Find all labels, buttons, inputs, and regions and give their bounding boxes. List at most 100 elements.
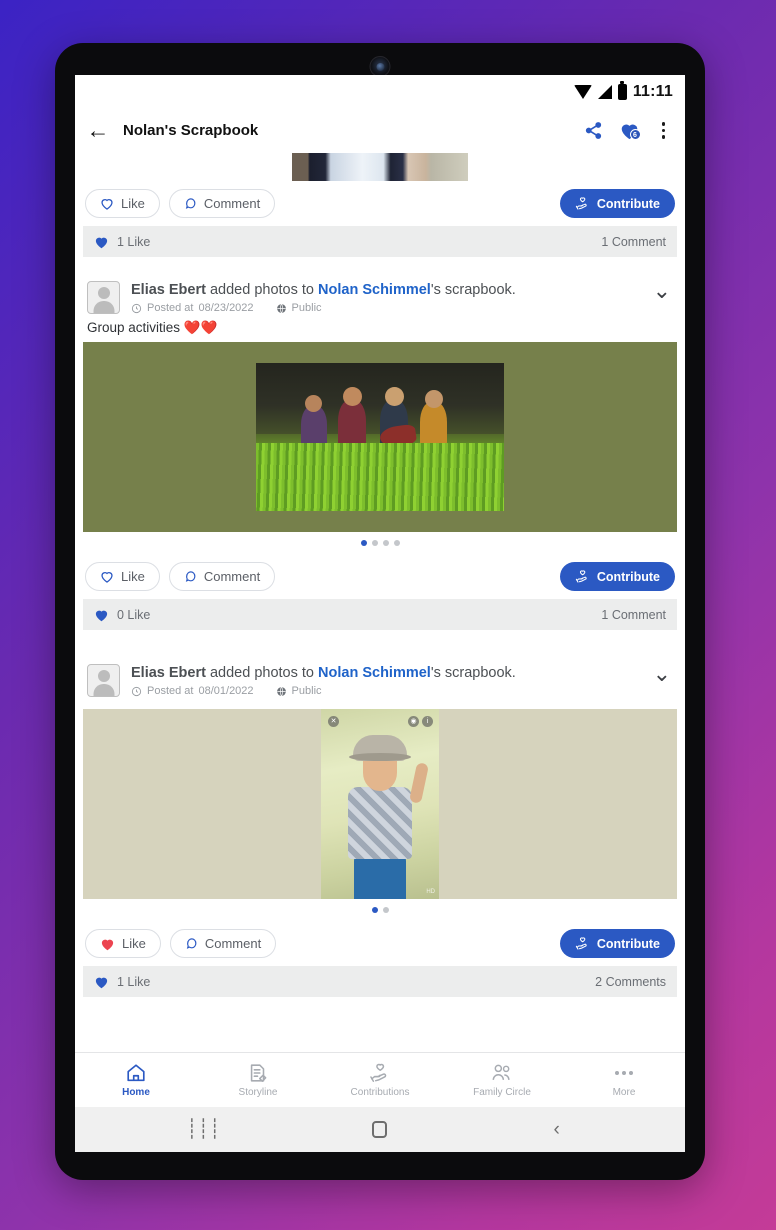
- contribute-label: Contribute: [596, 569, 660, 584]
- post-header: Elias Ebert added photos to Nolan Schimm…: [75, 654, 685, 699]
- people-icon: [492, 1064, 510, 1080]
- page-title: Nolan's Scrapbook: [123, 122, 259, 139]
- post-headline: Elias Ebert added photos to Nolan Schimm…: [131, 664, 645, 682]
- like-count: 1 Like: [117, 974, 151, 989]
- like-button[interactable]: Like: [85, 562, 160, 592]
- status-bar: 11:11: [75, 75, 685, 108]
- post-separator: [75, 630, 685, 655]
- nav-item-family-circle[interactable]: Family Circle: [441, 1062, 563, 1098]
- post-subheader: Posted at 08/23/2022 Public: [131, 302, 645, 314]
- tag-icon[interactable]: ◉: [408, 716, 419, 728]
- comment-button[interactable]: Comment: [168, 189, 276, 218]
- post-actor-name[interactable]: Elias Ebert: [131, 665, 206, 681]
- post-media[interactable]: [83, 342, 677, 533]
- like-count: 0 Like: [117, 607, 151, 622]
- chevron-down-icon[interactable]: ⌄: [645, 279, 673, 302]
- post-action-row: Like Comment Contribute: [75, 554, 685, 599]
- like-summary[interactable]: 0 Like: [94, 608, 150, 622]
- scrapbook-feed[interactable]: Like Comment Contribute 1 Like 1 Comment…: [75, 153, 685, 1052]
- post-target-name[interactable]: Nolan Schimmel: [318, 282, 431, 298]
- post-boy-hat: Elias Ebert added photos to Nolan Schimm…: [75, 654, 685, 998]
- nav-item-contributions[interactable]: Contributions: [319, 1062, 441, 1098]
- close-icon[interactable]: ✕: [328, 716, 339, 728]
- carousel-dot[interactable]: [393, 540, 400, 547]
- posted-at-label: Posted at: [147, 685, 194, 698]
- post-action-text: added photos to: [205, 665, 319, 682]
- device-screen: 11:11 ← Nolan's Scrapbook 6 Like Comment…: [75, 75, 685, 1152]
- carousel-dot[interactable]: [360, 540, 367, 547]
- comment-bubble-icon: [185, 571, 196, 582]
- avatar[interactable]: [87, 664, 120, 698]
- comment-count[interactable]: 2 Comments: [595, 975, 666, 989]
- privacy-label: Public: [291, 685, 322, 698]
- heart-outline-icon: [101, 572, 113, 583]
- wifi-icon: [573, 84, 592, 99]
- clock-icon: [131, 303, 142, 313]
- globe-icon: [276, 686, 286, 696]
- system-navigation-bar: ┊┊┊ ‹: [75, 1107, 685, 1152]
- post-action-row: Like Comment Contribute: [75, 181, 685, 226]
- carousel-dots[interactable]: [75, 899, 685, 921]
- nav-item-home[interactable]: Home: [75, 1062, 197, 1098]
- favorites-count-badge: 6: [629, 129, 641, 140]
- comment-count[interactable]: 1 Comment: [601, 608, 666, 622]
- post-caption: Group activities ❤️❤️: [87, 320, 218, 336]
- contribute-button[interactable]: Contribute: [559, 562, 675, 592]
- chevron-down-icon[interactable]: ⌄: [645, 662, 673, 685]
- nav-item-more[interactable]: More: [563, 1062, 685, 1098]
- comment-count[interactable]: 1 Comment: [601, 235, 666, 249]
- comment-button[interactable]: Comment: [169, 929, 277, 959]
- contribute-button[interactable]: Contribute: [559, 189, 675, 218]
- post-group-activities: Elias Ebert added photos to Nolan Schimm…: [75, 271, 685, 631]
- heart-outline-icon: [101, 199, 113, 210]
- post-target-name[interactable]: Nolan Schimmel: [318, 665, 431, 681]
- more-vertical-icon[interactable]: [656, 120, 672, 141]
- like-label: Like: [122, 936, 146, 952]
- contribute-label: Contribute: [596, 196, 660, 211]
- tablet-device-frame: 11:11 ← Nolan's Scrapbook 6 Like Comment…: [55, 43, 705, 1180]
- photo-kids-in-field[interactable]: [256, 363, 504, 512]
- heart-hand-icon: [370, 1063, 387, 1082]
- carousel-dot[interactable]: [382, 907, 389, 914]
- heart-hand-icon: [575, 937, 587, 950]
- like-summary[interactable]: 1 Like: [94, 235, 150, 249]
- contribute-label: Contribute: [596, 936, 660, 951]
- heart-filled-icon: [95, 237, 108, 248]
- heart-filled-icon: [101, 939, 114, 950]
- watermark: HD: [426, 889, 435, 896]
- carousel-dot[interactable]: [371, 540, 378, 547]
- signal-icon: [597, 84, 612, 99]
- like-label: Like: [121, 196, 145, 211]
- contribute-button[interactable]: Contribute: [559, 929, 675, 959]
- comment-button[interactable]: Comment: [168, 562, 276, 592]
- share-icon[interactable]: [584, 121, 603, 140]
- home-square-icon[interactable]: [360, 1121, 400, 1138]
- posted-at-label: Posted at: [147, 302, 194, 315]
- avatar[interactable]: [87, 281, 120, 314]
- posted-date: 08/23/2022: [198, 302, 254, 315]
- like-label: Like: [121, 569, 145, 585]
- carousel-dots[interactable]: [75, 532, 685, 554]
- note-edit-icon: [250, 1064, 267, 1082]
- app-bar-actions: 6: [584, 120, 672, 141]
- privacy-label: Public: [291, 302, 322, 315]
- back-chevron-icon[interactable]: ‹: [537, 1119, 577, 1141]
- like-count: 1 Like: [117, 234, 151, 249]
- like-button[interactable]: Like: [85, 189, 160, 218]
- carousel-dot[interactable]: [382, 540, 389, 547]
- back-arrow-icon[interactable]: ←: [85, 118, 111, 144]
- clock-icon: [131, 686, 142, 696]
- post-media[interactable]: ✕ ◉ i HD: [83, 709, 677, 900]
- heart-hand-icon: [575, 570, 587, 583]
- recents-icon[interactable]: ┊┊┊: [183, 1118, 223, 1141]
- carousel-dot[interactable]: [371, 907, 378, 914]
- like-summary[interactable]: 1 Like: [94, 975, 150, 989]
- nav-item-storyline[interactable]: Storyline: [197, 1062, 319, 1098]
- heart-filled-icon: [95, 610, 108, 621]
- nav-label: More: [612, 1087, 636, 1098]
- like-button[interactable]: Like: [85, 929, 161, 959]
- info-icon[interactable]: i: [422, 716, 433, 728]
- heart-icon[interactable]: 6: [619, 121, 641, 140]
- post-actor-name[interactable]: Elias Ebert: [131, 282, 206, 298]
- photo-boy-with-hat[interactable]: ✕ ◉ i HD: [321, 709, 439, 900]
